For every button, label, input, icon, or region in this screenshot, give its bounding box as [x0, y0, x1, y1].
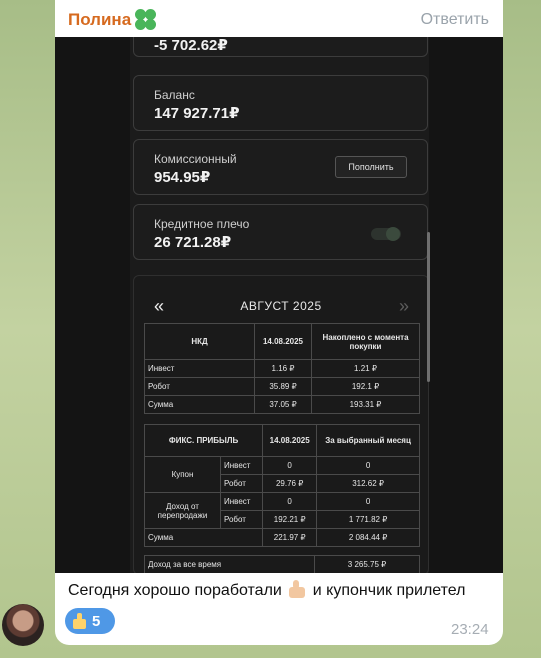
table-header: 14.08.2025: [254, 323, 312, 360]
sender-name[interactable]: Полина: [68, 9, 157, 31]
table-cell: 37.05 ₽: [254, 395, 312, 414]
leverage-label: Кредитное плечо: [154, 217, 250, 231]
row-label: Сумма: [144, 395, 255, 414]
table-header: 14.08.2025: [262, 424, 318, 457]
commission-card: Комиссионный 954.95₽ Пополнить: [133, 139, 428, 195]
month-navigation: « АВГУСТ 2025 »: [134, 296, 428, 316]
reaction-count: 5: [92, 612, 101, 630]
monthly-report: « АВГУСТ 2025 » НКД 14.08.2025 Накоплено…: [133, 275, 429, 573]
table-header: НКД: [144, 323, 255, 360]
table-cell: 221.97 ₽: [262, 528, 318, 547]
table-row: Сумма 221.97 ₽ 2 084.44 ₽: [143, 528, 420, 547]
row-label: Доход за все время: [144, 555, 315, 573]
top-value: -5 702.62₽: [154, 37, 228, 54]
leverage-toggle[interactable]: [371, 227, 401, 241]
scrollbar[interactable]: [427, 232, 430, 382]
row-label: Купон: [144, 456, 221, 493]
table-cell: 1.21 ₽: [311, 359, 420, 378]
table-cell: 0: [316, 492, 420, 511]
reaction-thumbs-up-icon: [71, 613, 87, 629]
table-header: За выбранный месяц: [316, 424, 420, 457]
row-sublabel: Робот: [219, 474, 264, 493]
commission-value: 954.95₽: [154, 169, 211, 186]
table-cell: 193.31 ₽: [311, 395, 420, 414]
table-cell: 192.21 ₽: [262, 510, 318, 529]
commission-label: Комиссионный: [154, 152, 237, 166]
user-avatar[interactable]: [2, 604, 44, 646]
reaction-badge[interactable]: 5: [65, 608, 115, 634]
alltime-table: Доход за все время 3 265.75 ₽: [144, 555, 420, 573]
table-row: Доход от перепродажи Инвест 0 0: [144, 492, 420, 529]
leverage-value: 26 721.28₽: [154, 234, 232, 251]
next-month-icon[interactable]: »: [399, 296, 409, 317]
caption-tail-text: и купончик прилетел: [312, 582, 466, 599]
table-cell: 35.89 ₽: [254, 377, 312, 396]
table-cell: 0: [262, 492, 318, 511]
row-sublabel: Инвест: [219, 492, 264, 511]
fixed-profit-table: ФИКС. ПРИБЫЛЬ 14.08.2025 За выбранный ме…: [143, 424, 420, 547]
table-cell: 0: [262, 456, 318, 475]
table-header: Накоплено с момента покупки: [311, 323, 420, 360]
topup-button[interactable]: Пополнить: [335, 156, 407, 178]
table-cell: 312.62 ₽: [316, 474, 420, 493]
table-cell: 3 265.75 ₽: [314, 555, 420, 573]
table-cell: 29.76 ₽: [262, 474, 318, 493]
balance-value: 147 927.71₽: [154, 105, 240, 122]
attached-screenshot[interactable]: -5 702.62₽ Баланс 147 927.71₽ Комиссионн…: [55, 37, 503, 573]
clover-emoji-icon: [135, 9, 157, 31]
balance-card: Баланс 147 927.71₽: [133, 75, 428, 131]
reply-button[interactable]: Ответить: [421, 11, 489, 29]
row-label: Доход от перепродажи: [144, 492, 221, 529]
table-header: ФИКС. ПРИБЫЛЬ: [143, 424, 264, 457]
phone-screen: -5 702.62₽ Баланс 147 927.71₽ Комиссионн…: [130, 37, 429, 573]
table-row: Купон Инвест 0 0: [144, 456, 420, 493]
table-cell: 0: [316, 456, 420, 475]
table-row: Инвест 1.16 ₽ 1.21 ₽: [144, 359, 420, 378]
thumbs-up-emoji-icon: [286, 580, 308, 598]
month-title: АВГУСТ 2025: [240, 299, 322, 313]
message-caption: Сегодня хорошо поработали и купончик при…: [68, 580, 466, 600]
row-sublabel: Инвест: [219, 456, 264, 475]
row-label: Робот: [144, 377, 255, 396]
row-label: Инвест: [144, 359, 255, 378]
caption-text: Сегодня хорошо поработали: [68, 582, 282, 599]
table-cell: 2 084.44 ₽: [316, 528, 420, 547]
nkd-table: НКД 14.08.2025 Накоплено с момента покуп…: [144, 323, 420, 414]
table-cell: 1.16 ₽: [254, 359, 312, 378]
balance-label: Баланс: [154, 88, 195, 102]
sender-label: Полина: [68, 10, 132, 29]
table-cell: 1 771.82 ₽: [316, 510, 420, 529]
table-row: Сумма 37.05 ₽ 193.31 ₽: [144, 395, 420, 414]
table-row: Робот 35.89 ₽ 192.1 ₽: [144, 377, 420, 396]
table-row: Доход за все время 3 265.75 ₽: [144, 555, 420, 573]
message-time: 23:24: [451, 621, 489, 638]
top-value-card: -5 702.62₽: [133, 37, 428, 57]
leverage-card: Кредитное плечо 26 721.28₽: [133, 204, 428, 260]
row-sublabel: Робот: [219, 510, 264, 529]
table-cell: 192.1 ₽: [311, 377, 420, 396]
message-header: Полина Ответить: [68, 8, 489, 32]
row-label: Сумма: [143, 528, 264, 547]
